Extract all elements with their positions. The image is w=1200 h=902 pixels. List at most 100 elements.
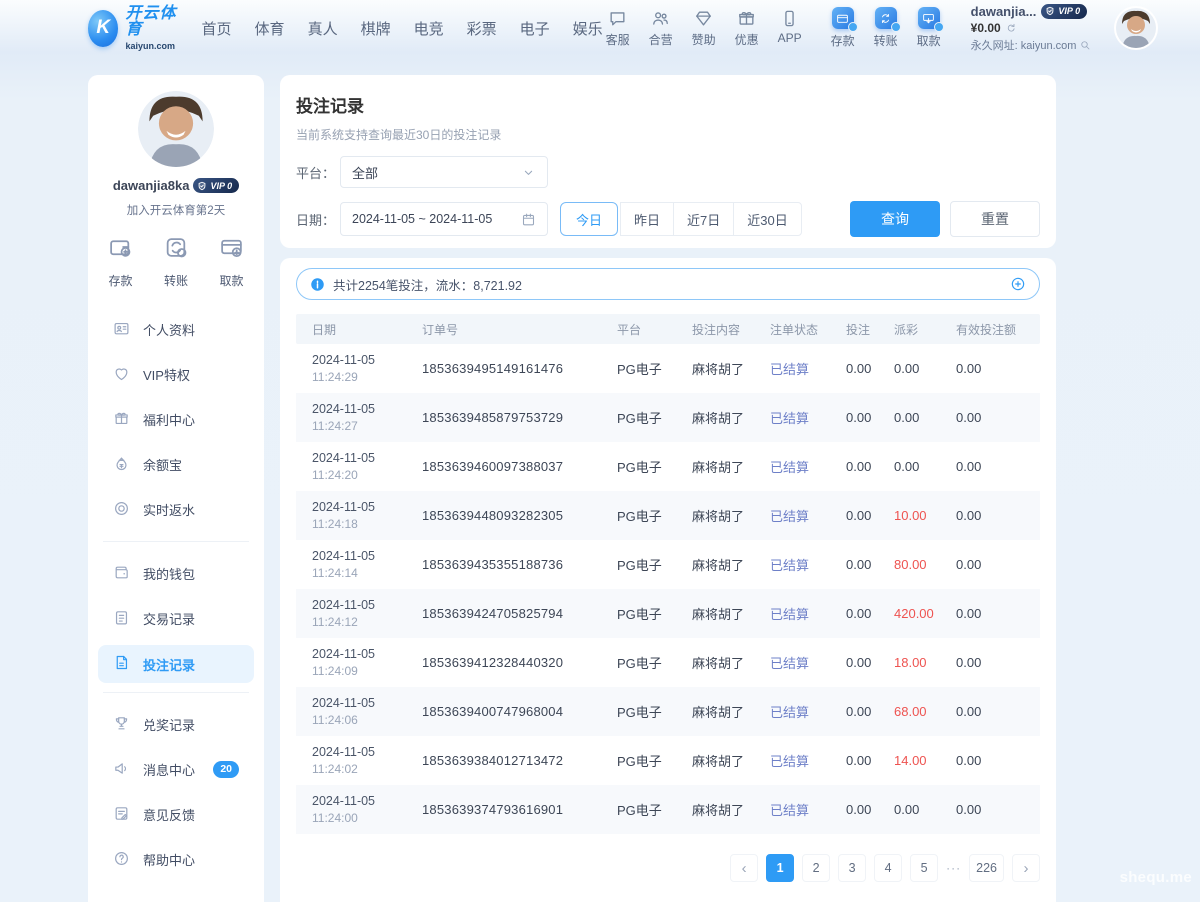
table-row: 2024-11-0511:24:201853639460097388037PG电…	[296, 442, 1040, 491]
profile-avatar[interactable]	[138, 91, 214, 167]
nav-item[interactable]: 娱乐	[573, 18, 603, 39]
user-name: dawanjia...	[971, 4, 1037, 19]
cell-payout: 0.00	[878, 802, 940, 817]
header-link-app[interactable]: APP	[775, 9, 805, 48]
rebate-icon	[113, 500, 130, 520]
header-link-partners[interactable]: 合营	[646, 9, 676, 48]
profile-username: dawanjia8ka	[113, 178, 190, 193]
table-row: 2024-11-0511:24:291853639495149161476PG电…	[296, 344, 1040, 393]
page-button-2[interactable]: 2	[802, 854, 830, 882]
header-link-promo[interactable]: 优惠	[732, 9, 762, 48]
cell-platform: PG电子	[601, 800, 676, 819]
sidebar-item-transactions[interactable]: 交易记录	[98, 596, 254, 641]
cell-order: 1853639485879753729	[406, 410, 601, 425]
welfare-icon	[113, 410, 130, 430]
search-icon[interactable]	[1079, 39, 1091, 51]
header-link-support[interactable]: 客服	[603, 9, 633, 48]
sidebar-item-feedback[interactable]: 意见反馈	[98, 792, 254, 837]
cell-valid: 0.00	[940, 655, 1040, 670]
sidebar-item-messages[interactable]: 消息中心20	[98, 747, 254, 792]
quick-action-withdraw[interactable]: 取款	[219, 235, 244, 289]
cell-payout: 0.00	[878, 361, 940, 376]
cell-platform: PG电子	[601, 359, 676, 378]
bets-icon	[113, 654, 130, 674]
reset-button[interactable]: 重置	[950, 201, 1040, 237]
transfer-card-icon	[875, 7, 897, 29]
plus-circle-icon[interactable]	[1010, 276, 1026, 292]
refresh-balance-icon[interactable]	[1005, 22, 1017, 34]
sidebar-item-prize[interactable]: 兑奖记录	[98, 702, 254, 747]
range-button[interactable]: 昨日	[620, 202, 674, 236]
sidebar-item-profile[interactable]: 个人资料	[98, 307, 254, 352]
brand-logo[interactable]: K 开云体育 kaiyun.com	[88, 6, 182, 51]
cell-payout: 420.00	[878, 606, 940, 621]
quick-action-deposit[interactable]: 存款	[108, 235, 133, 289]
range-button[interactable]: 近30日	[733, 202, 801, 236]
sidebar-item-bets[interactable]: 投注记录	[98, 645, 254, 683]
table-row: 2024-11-0511:24:121853639424705825794PG电…	[296, 589, 1040, 638]
profile-icon	[113, 320, 130, 340]
vip-badge: VIP 0	[1041, 4, 1087, 19]
page-button-5[interactable]: 5	[910, 854, 938, 882]
cell-valid: 0.00	[940, 802, 1040, 817]
next-page-button[interactable]: ›	[1012, 854, 1040, 882]
page-button-226[interactable]: 226	[969, 854, 1004, 882]
brand-logo-icon: K	[88, 10, 118, 47]
page-button-4[interactable]: 4	[874, 854, 902, 882]
quick-action-label: 取款	[219, 272, 243, 289]
date-range-input[interactable]: 2024-11-05 ~ 2024-11-05	[340, 202, 548, 236]
nav-item[interactable]: 棋牌	[361, 18, 391, 39]
cell-bet: 0.00	[830, 508, 878, 523]
header-link-label: 转账	[874, 32, 898, 49]
nav-item[interactable]: 体育	[255, 18, 285, 39]
sidebar-item-welfare[interactable]: 福利中心	[98, 397, 254, 442]
transfer-icon	[164, 235, 189, 265]
cell-status: 已结算	[754, 604, 830, 623]
sidebar-item-help[interactable]: 帮助中心	[98, 837, 254, 882]
prev-page-button[interactable]: ‹	[730, 854, 758, 882]
header-link-deposit[interactable]: 存款	[828, 7, 858, 49]
nav-item[interactable]: 真人	[308, 18, 338, 39]
sidebar-item-label: 实时返水	[143, 500, 195, 519]
nav-item[interactable]: 首页	[202, 18, 232, 39]
sidebar-item-vip[interactable]: VIP特权	[98, 352, 254, 397]
sidebar-item-yuebao[interactable]: 余额宝	[98, 442, 254, 487]
user-balance: ¥0.00	[971, 21, 1001, 35]
cell-payout: 0.00	[878, 459, 940, 474]
cell-valid: 0.00	[940, 410, 1040, 425]
sidebar-menu: 个人资料VIP特权福利中心余额宝实时返水我的钱包交易记录投注记录兑奖记录消息中心…	[88, 307, 264, 882]
header-link-withdraw[interactable]: 取款	[914, 7, 944, 49]
sidebar-item-rebate[interactable]: 实时返水	[98, 487, 254, 532]
range-button[interactable]: 今日	[560, 202, 618, 236]
table-row: 2024-11-0511:24:181853639448093282305PG电…	[296, 491, 1040, 540]
cell-time-value: 11:24:02	[312, 762, 406, 776]
summary-bar: 共计2254笔投注，流水：8,721.92	[296, 268, 1040, 300]
range-button[interactable]: 近7日	[673, 202, 734, 236]
nav-item[interactable]: 电竞	[414, 18, 444, 39]
column-header: 日期	[296, 321, 406, 338]
header-quick-links: 客服合营赞助优惠 APP	[603, 9, 805, 48]
nav-item[interactable]: 电子	[520, 18, 550, 39]
header-link-sponsor[interactable]: 赞助	[689, 9, 719, 48]
cell-status: 已结算	[754, 555, 830, 574]
nav-item[interactable]: 彩票	[467, 18, 497, 39]
calendar-icon	[521, 212, 536, 227]
cell-order: 1853639400747968004	[406, 704, 601, 719]
chat-icon	[608, 9, 627, 28]
page-button-1[interactable]: 1	[766, 854, 794, 882]
vip-icon	[113, 365, 130, 385]
quick-action-transfer[interactable]: 转账	[164, 235, 189, 289]
pagination: ‹12345···226›	[296, 854, 1040, 882]
sidebar-item-wallet[interactable]: 我的钱包	[98, 551, 254, 596]
cell-time-value: 11:24:09	[312, 664, 406, 678]
header-link-label: 合营	[649, 31, 673, 48]
header-link-transfer[interactable]: 转账	[871, 7, 901, 49]
header-link-label: 优惠	[735, 31, 759, 48]
column-header: 有效投注额	[940, 321, 1040, 338]
search-button[interactable]: 查询	[850, 201, 940, 237]
platform-select[interactable]: 全部	[340, 156, 548, 188]
cell-payout: 80.00	[878, 557, 940, 572]
user-avatar[interactable]	[1116, 8, 1156, 48]
page-button-3[interactable]: 3	[838, 854, 866, 882]
withdraw-card-icon	[918, 7, 940, 29]
